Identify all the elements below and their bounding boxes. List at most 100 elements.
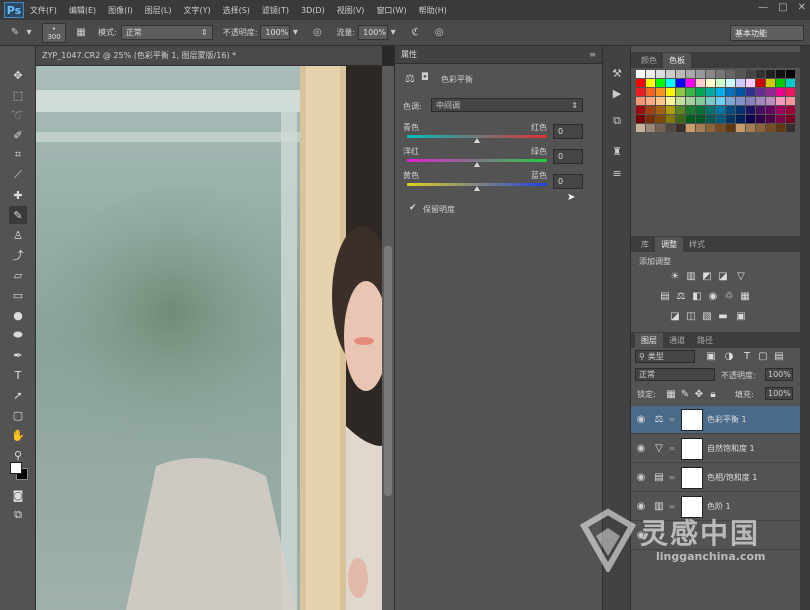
color-swatch[interactable]: [776, 115, 785, 123]
menu-file[interactable]: 文件(F): [30, 5, 57, 16]
color-swatch[interactable]: [786, 70, 795, 78]
color-balance-icon[interactable]: ⚖: [675, 290, 687, 302]
color-swatch[interactable]: [786, 115, 795, 123]
color-swatch[interactable]: [766, 115, 775, 123]
menu-select[interactable]: 选择(S): [223, 5, 250, 16]
properties-icon[interactable]: ≡: [608, 164, 626, 182]
yellow-blue-input[interactable]: 0: [553, 174, 583, 189]
color-swatch[interactable]: [666, 97, 675, 105]
curves-icon[interactable]: ◩: [701, 270, 713, 282]
history-icon[interactable]: ⧉: [608, 112, 626, 130]
brush-preset-icon[interactable]: ⚒: [608, 64, 626, 82]
color-swatch[interactable]: [786, 79, 795, 87]
tone-select[interactable]: 中间调 ⇕: [431, 98, 583, 112]
exposure-icon[interactable]: ◪: [717, 270, 729, 282]
color-swatch[interactable]: [666, 115, 675, 123]
layer-mask-thumbnail[interactable]: [681, 466, 703, 489]
color-swatch[interactable]: [716, 79, 725, 87]
preserve-luminosity-checkbox[interactable]: ✔: [409, 203, 417, 213]
vibrance-icon[interactable]: ▽: [735, 270, 747, 282]
visibility-eye-icon[interactable]: ◉: [631, 414, 651, 425]
chevron-down-icon[interactable]: ▾: [24, 25, 34, 40]
color-swatch[interactable]: [706, 97, 715, 105]
color-swatch[interactable]: [676, 79, 685, 87]
color-swatch[interactable]: [736, 115, 745, 123]
color-swatch[interactable]: [736, 97, 745, 105]
hue-saturation-icon[interactable]: ▤: [659, 290, 671, 302]
chain-link-icon[interactable]: ∞: [667, 473, 677, 482]
color-swatch[interactable]: [716, 70, 725, 78]
color-swatch[interactable]: [686, 88, 695, 96]
magenta-green-slider-knob[interactable]: [474, 162, 480, 167]
brush-tool-icon[interactable]: ✎: [9, 206, 27, 224]
menu-window[interactable]: 窗口(W): [376, 5, 406, 16]
gradient-tool-icon[interactable]: ▭: [9, 286, 27, 304]
panel-menu-icon[interactable]: ≡: [589, 50, 596, 59]
color-swatch[interactable]: [746, 79, 755, 87]
flow-dropdown-icon[interactable]: ▾: [388, 25, 398, 40]
dodge-tool-icon[interactable]: ⬬: [9, 326, 27, 344]
clone-source-icon[interactable]: ♜: [608, 142, 626, 160]
color-swatch[interactable]: [766, 97, 775, 105]
brush-panel-icon[interactable]: ▦: [72, 25, 90, 40]
color-swatch[interactable]: [726, 97, 735, 105]
color-swatch[interactable]: [646, 106, 655, 114]
magenta-green-input[interactable]: 0: [553, 149, 583, 164]
shape-tool-icon[interactable]: ▢: [9, 406, 27, 424]
color-swatch[interactable]: [756, 106, 765, 114]
color-swatch[interactable]: [666, 106, 675, 114]
canvas-scrollbar[interactable]: [382, 66, 394, 610]
color-swatch[interactable]: [756, 88, 765, 96]
tab-styles[interactable]: 样式: [683, 237, 711, 252]
airbrush-icon[interactable]: ℭ: [406, 25, 424, 40]
mode-select[interactable]: 正常 ⇕: [120, 25, 213, 40]
foreground-color-swatch[interactable]: [10, 462, 22, 474]
layer-opacity-input[interactable]: 100%: [765, 368, 793, 381]
color-swatch[interactable]: [706, 88, 715, 96]
color-swatch[interactable]: [636, 115, 645, 123]
healing-tool-icon[interactable]: ✚: [9, 186, 27, 204]
color-swatch[interactable]: [786, 106, 795, 114]
brush-size-picker[interactable]: • 300: [42, 22, 66, 43]
opacity-input[interactable]: 100%: [260, 25, 291, 40]
color-swatch[interactable]: [696, 70, 705, 78]
color-swatch[interactable]: [716, 115, 725, 123]
color-swatch[interactable]: [636, 88, 645, 96]
color-swatch[interactable]: [786, 97, 795, 105]
document-canvas[interactable]: [36, 66, 382, 610]
selective-color-icon[interactable]: ▣: [735, 310, 747, 322]
marquee-tool-icon[interactable]: ⬚: [9, 86, 27, 104]
menu-help[interactable]: 帮助(H): [419, 5, 447, 16]
close-button[interactable]: ✕: [798, 2, 806, 13]
layer-name[interactable]: 色彩平衡 1: [707, 414, 747, 425]
color-swatch[interactable]: [686, 124, 695, 132]
color-lookup-icon[interactable]: ▦: [739, 290, 751, 302]
visibility-eye-icon[interactable]: ◉: [631, 472, 651, 483]
brush-tool-icon[interactable]: ✎: [6, 25, 24, 40]
color-swatch[interactable]: [726, 115, 735, 123]
color-swatch[interactable]: [726, 88, 735, 96]
move-tool-icon[interactable]: ✥: [9, 66, 27, 84]
lock-transparent-icon[interactable]: ▦: [665, 388, 677, 400]
color-swatch[interactable]: [716, 124, 725, 132]
color-swatch[interactable]: [676, 70, 685, 78]
menu-layer[interactable]: 图层(L): [145, 5, 172, 16]
quick-mask-icon[interactable]: ◙: [9, 486, 27, 504]
color-swatch[interactable]: [706, 79, 715, 87]
filter-adjustment-icon[interactable]: ◑: [723, 350, 735, 362]
color-swatch[interactable]: [686, 79, 695, 87]
color-swatch[interactable]: [756, 97, 765, 105]
threshold-icon[interactable]: ▧: [701, 310, 713, 322]
color-swatch[interactable]: [676, 124, 685, 132]
color-swatch[interactable]: [666, 124, 675, 132]
tab-swatches[interactable]: 色板: [663, 53, 691, 68]
color-swatch[interactable]: [726, 106, 735, 114]
flow-input[interactable]: 100%: [358, 25, 389, 40]
layer-mask-thumbnail[interactable]: [681, 408, 703, 431]
color-swatch[interactable]: [736, 124, 745, 132]
tab-layers[interactable]: 图层: [635, 333, 663, 348]
menu-type[interactable]: 文字(Y): [183, 5, 210, 16]
color-swatch[interactable]: [686, 97, 695, 105]
color-swatch[interactable]: [766, 88, 775, 96]
color-swatch[interactable]: [746, 97, 755, 105]
